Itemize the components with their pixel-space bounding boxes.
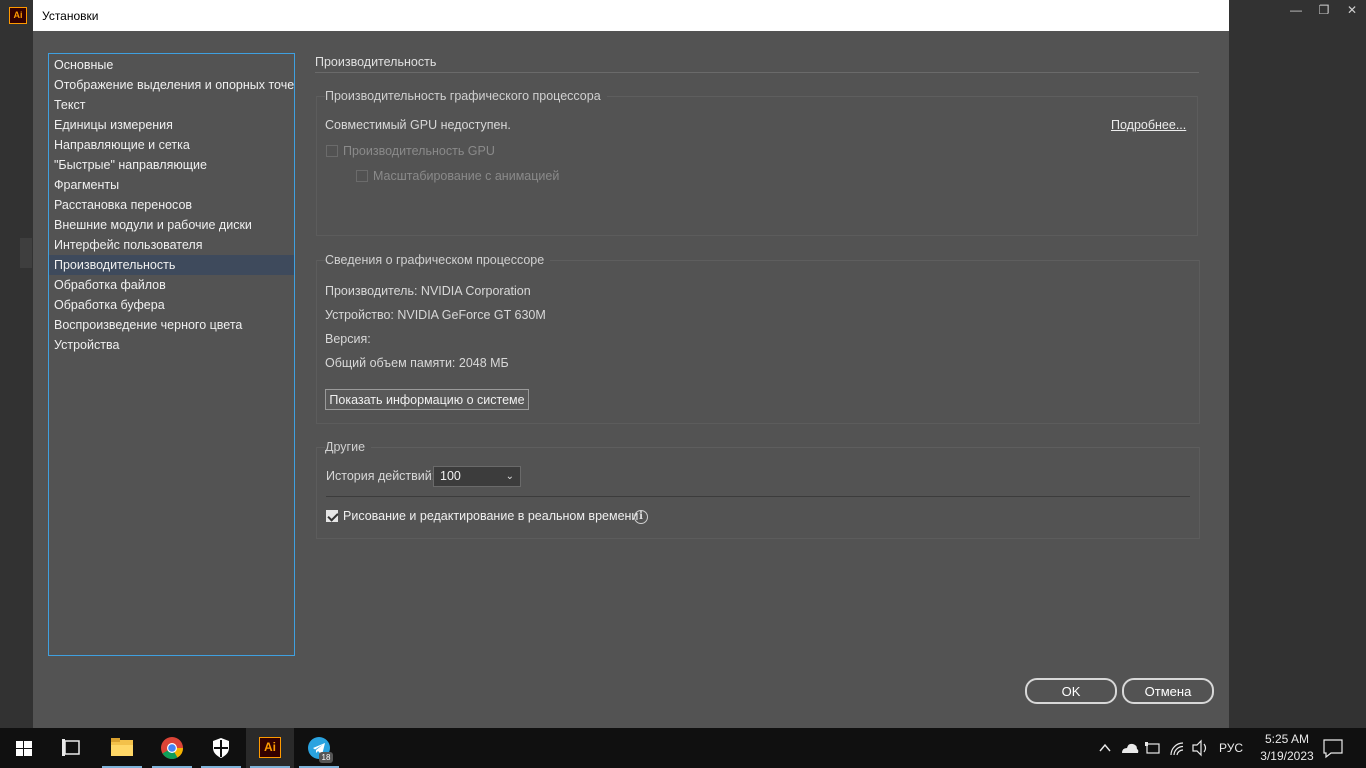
illustrator-taskbar-button[interactable]: Ai	[246, 728, 294, 768]
clock-date: 3/19/2023	[1260, 749, 1314, 763]
notification-icon	[1323, 739, 1343, 759]
restore-icon[interactable]: ❐	[1310, 0, 1338, 20]
volume-tray-button[interactable]	[1189, 728, 1211, 768]
sidebar-list: Основные Отображение выделения и опорных…	[49, 54, 294, 355]
sidebar-item-black-appearance[interactable]: Воспроизведение черного цвета	[49, 315, 294, 335]
telegram-taskbar-button[interactable]: 18	[295, 728, 343, 768]
battery-plug-icon	[1145, 742, 1160, 754]
cloud-icon	[1122, 743, 1139, 753]
notifications-button[interactable]	[1318, 728, 1348, 768]
wifi-tray-button[interactable]	[1166, 728, 1188, 768]
section-divider	[315, 72, 1199, 73]
history-states-value: 100	[440, 469, 461, 483]
sidebar-item-general[interactable]: Основные	[49, 55, 294, 75]
window-controls: — ❐ ✕	[1282, 0, 1366, 20]
realtime-drawing-label: Рисование и редактирование в реальном вр…	[343, 509, 639, 523]
preferences-sidebar: Основные Отображение выделения и опорных…	[48, 53, 295, 656]
minimize-icon[interactable]: —	[1282, 0, 1310, 20]
wifi-icon	[1170, 742, 1184, 756]
sidebar-item-user-interface[interactable]: Интерфейс пользователя	[49, 235, 294, 255]
other-divider	[326, 496, 1190, 497]
preferences-dialog: Установки Основные Отображение выделения…	[33, 0, 1229, 728]
history-states-label: История действий:	[326, 469, 436, 483]
taskbar-clock[interactable]: 5:25 AM 3/19/2023	[1252, 731, 1322, 765]
chrome-taskbar-button[interactable]	[148, 728, 196, 768]
onedrive-tray-button[interactable]	[1118, 728, 1140, 768]
history-states-select[interactable]: 100 ⌄	[433, 466, 521, 487]
sidebar-item-selection-anchor-display[interactable]: Отображение выделения и опорных точек	[49, 75, 294, 95]
chrome-icon	[161, 737, 183, 759]
sidebar-item-devices[interactable]: Устройства	[49, 335, 294, 355]
folder-icon	[111, 738, 133, 756]
sidebar-item-performance[interactable]: Производительность	[49, 255, 294, 275]
illustrator-icon: Ai	[259, 737, 281, 758]
gpu-vendor-text: Производитель: NVIDIA Corporation	[325, 284, 531, 298]
task-view-button[interactable]	[48, 728, 96, 768]
speaker-icon	[1192, 739, 1207, 757]
sidebar-item-plugins-scratch-disks[interactable]: Внешние модули и рабочие диски	[49, 215, 294, 235]
gpu-performance-label: Производительность графического процессо…	[325, 89, 607, 103]
start-button[interactable]	[0, 728, 48, 768]
animated-zoom-checkbox[interactable]	[356, 170, 368, 182]
clock-time: 5:25 AM	[1264, 732, 1310, 746]
windows-logo-icon	[16, 741, 32, 756]
sidebar-item-slices[interactable]: Фрагменты	[49, 175, 294, 195]
gpu-info-label: Сведения о графическом процессоре	[325, 253, 551, 267]
gpu-memory-text: Общий объем памяти: 2048 МБ	[325, 356, 509, 370]
ok-button[interactable]: OK	[1025, 678, 1117, 704]
gpu-status-text: Совместимый GPU недоступен.	[325, 118, 511, 132]
gpu-performance-checkbox-label: Производительность GPU	[343, 144, 495, 158]
section-title: Производительность	[315, 55, 437, 69]
gpu-device-text: Устройство: NVIDIA GeForce GT 630M	[325, 308, 546, 322]
sidebar-item-guides-grid[interactable]: Направляющие и сетка	[49, 135, 294, 155]
security-taskbar-button[interactable]	[197, 728, 245, 768]
realtime-drawing-checkbox[interactable]	[326, 510, 338, 522]
sidebar-item-type[interactable]: Текст	[49, 95, 294, 115]
gpu-version-text: Версия:	[325, 332, 371, 346]
shield-icon	[213, 738, 229, 758]
chevron-down-icon: ⌄	[505, 471, 514, 482]
background-toolbar-fragment	[20, 238, 32, 268]
more-info-link[interactable]: Подробнее...	[1111, 118, 1186, 132]
show-hidden-icons-button[interactable]	[1096, 728, 1114, 768]
sidebar-item-clipboard[interactable]: Обработка буфера	[49, 295, 294, 315]
gpu-performance-checkbox[interactable]	[326, 145, 338, 157]
sidebar-item-file-handling[interactable]: Обработка файлов	[49, 275, 294, 295]
gpu-performance-group	[316, 96, 1198, 236]
chevron-up-icon	[1099, 743, 1111, 752]
info-icon[interactable]: i	[634, 510, 648, 524]
sidebar-item-units[interactable]: Единицы измерения	[49, 115, 294, 135]
other-label: Другие	[325, 440, 372, 454]
power-tray-button[interactable]	[1143, 728, 1163, 768]
group-top-border	[317, 447, 1199, 448]
sidebar-item-smart-guides[interactable]: "Быстрые" направляющие	[49, 155, 294, 175]
cancel-button[interactable]: Отмена	[1122, 678, 1214, 704]
taskbar: Ai 18 РУС 5:25 AM 3/19/2023	[0, 728, 1366, 768]
sidebar-item-hyphenation[interactable]: Расстановка переносов	[49, 195, 294, 215]
illustrator-logo-icon: Ai	[9, 7, 27, 24]
input-language-indicator[interactable]: РУС	[1214, 728, 1248, 768]
close-icon[interactable]: ✕	[1338, 0, 1366, 20]
file-explorer-taskbar-button[interactable]	[98, 728, 146, 768]
unread-badge: 18	[319, 752, 333, 763]
task-view-icon	[62, 739, 80, 756]
dialog-titlebar: Установки	[33, 0, 1229, 31]
other-group	[316, 447, 1200, 539]
show-system-info-button[interactable]: Показать информацию о системе	[325, 389, 529, 410]
dialog-title: Установки	[42, 9, 99, 23]
animated-zoom-checkbox-label: Масштабирование с анимацией	[373, 169, 560, 183]
